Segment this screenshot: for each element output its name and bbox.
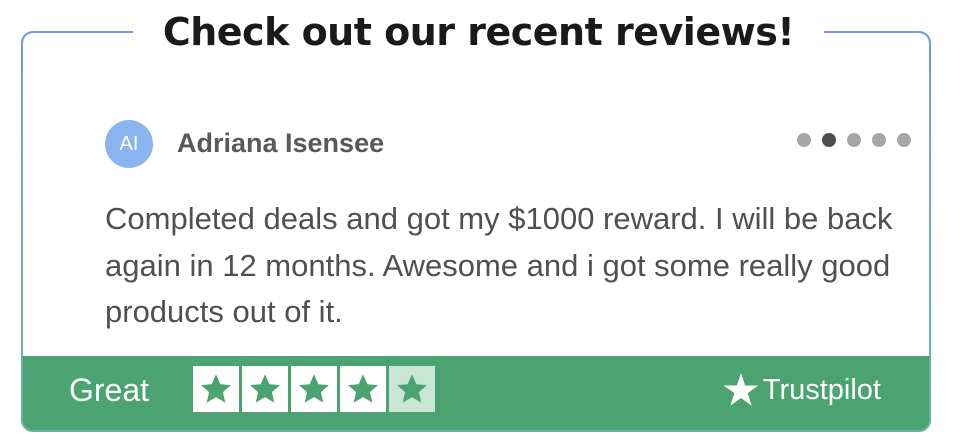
carousel-dot[interactable] bbox=[872, 133, 886, 147]
rating-footer: Great Trustpilot bbox=[23, 356, 929, 430]
trustpilot-brand: Trustpilot bbox=[762, 373, 881, 406]
carousel-dot[interactable] bbox=[797, 133, 811, 147]
reviewer-name: Adriana Isensee bbox=[177, 128, 385, 158]
half-star-icon bbox=[389, 366, 435, 412]
review-card: AI Adriana Isensee Completed deals and g… bbox=[21, 31, 931, 432]
avatar-initials: AI bbox=[119, 132, 139, 155]
avatar: AI bbox=[105, 120, 153, 168]
star-icon bbox=[193, 366, 239, 412]
star-icon bbox=[340, 366, 386, 412]
trustpilot-star-icon bbox=[723, 373, 759, 406]
carousel-dot[interactable] bbox=[897, 133, 911, 147]
rating-label: Great bbox=[69, 372, 150, 408]
review-text: Completed deals and got my $1000 reward.… bbox=[105, 201, 893, 329]
star-icon bbox=[242, 366, 288, 412]
star-rating bbox=[193, 366, 435, 412]
star-icon bbox=[291, 366, 337, 412]
trustpilot-logo[interactable]: Trustpilot bbox=[721, 370, 881, 410]
carousel-dot-active[interactable] bbox=[822, 133, 836, 147]
carousel-dots bbox=[797, 133, 911, 147]
carousel-dot[interactable] bbox=[847, 133, 861, 147]
